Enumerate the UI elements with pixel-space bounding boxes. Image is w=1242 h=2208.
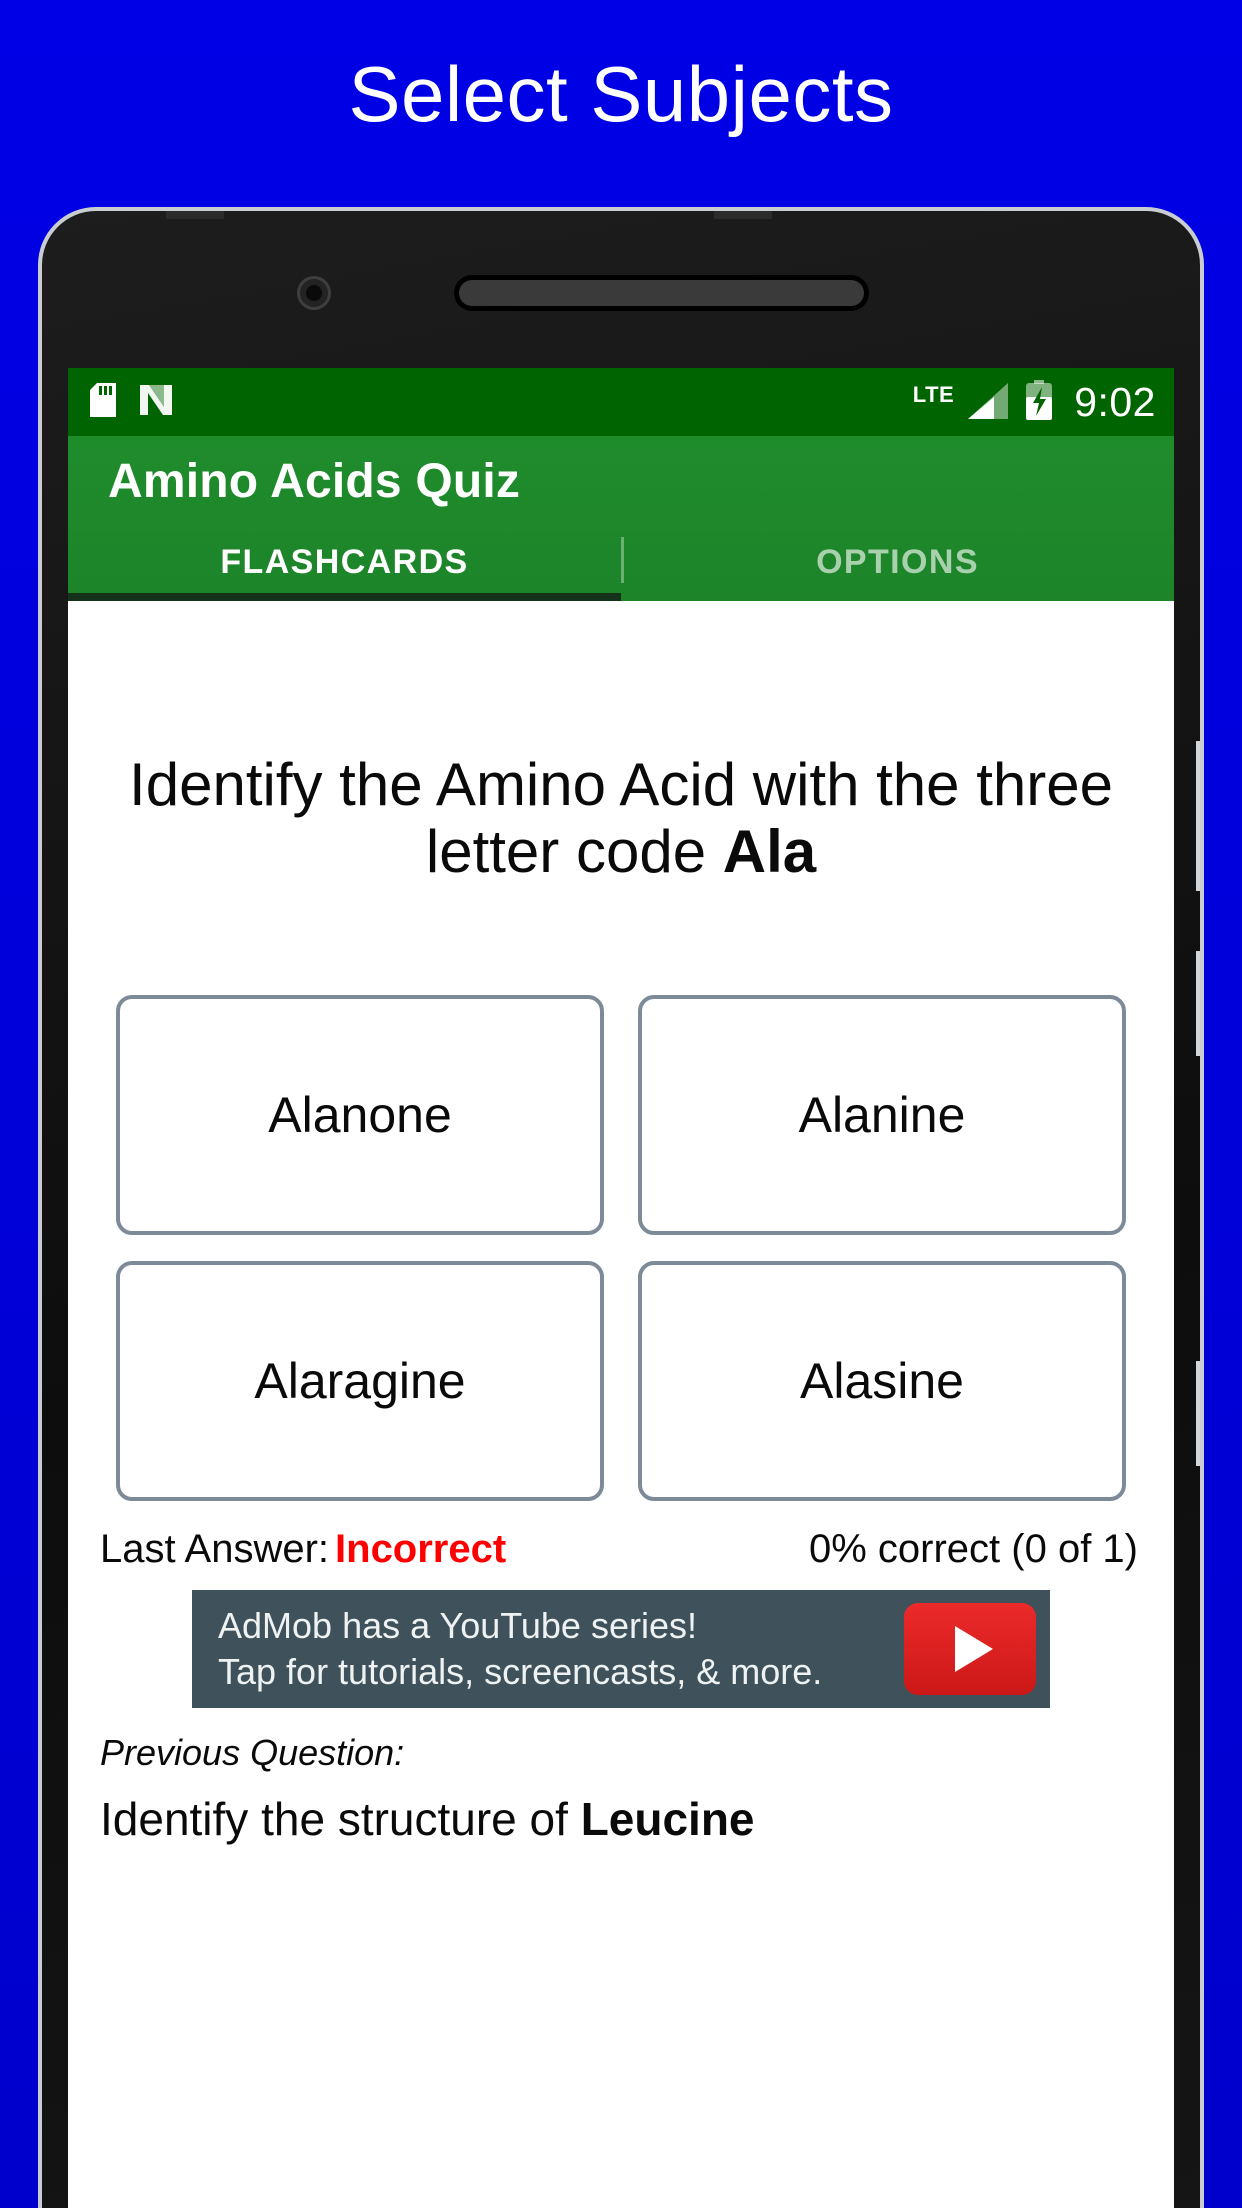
ad-line-1: AdMob has a YouTube series! [218,1605,697,1647]
sdcard-icon [90,382,116,422]
last-answer-label: Last Answer: [100,1527,330,1572]
previous-question-text: Identify the structure of Leucine [100,1792,1142,1846]
tab-bar: FLASHCARDS OPTIONS [68,523,1174,601]
status-bar-clock: 9:02 [1074,378,1156,425]
ad-line-2: Tap for tutorials, screencasts, & more. [218,1651,823,1693]
tab-flashcards[interactable]: FLASHCARDS [68,523,621,601]
previous-question-section: Previous Question: Identify the structur… [68,1708,1174,1846]
front-camera-icon [297,276,331,310]
score-bar: Last Answer: Incorrect 0% correct (0 of 1… [68,1501,1174,1572]
quiz-content: Identify the Amino Acid with the three l… [68,601,1174,2137]
last-answer-value: Incorrect [335,1527,507,1572]
answer-option-1[interactable]: Alanone [116,995,604,1236]
earpiece-speaker [459,280,864,306]
phone-screen: LTE 9:02 Amino Acids Quiz FLASHCARDS OPT… [68,368,1174,2208]
previous-question-prefix: Identify the structure of [100,1793,581,1846]
answer-option-2[interactable]: Alanine [638,995,1126,1236]
page-title: Select Subjects [348,50,894,138]
ad-text: AdMob has a YouTube series! Tap for tuto… [218,1603,904,1695]
play-triangle-icon [955,1626,993,1673]
ad-container: AdMob has a YouTube series! Tap for tuto… [68,1572,1174,1709]
question-text: Identify the Amino Acid with the three l… [68,601,1174,885]
volume-up-button[interactable] [1196,951,1200,1056]
app-bar: Amino Acids Quiz FLASHCARDS OPTIONS [68,436,1174,601]
answer-grid: Alanone Alanine Alaragine Alasine [68,885,1174,1502]
battery-charging-icon [1024,379,1054,425]
answer-option-4[interactable]: Alasine [638,1261,1126,1502]
status-bar: LTE 9:02 [68,368,1174,436]
volume-down-button[interactable] [1196,1361,1200,1466]
tab-options[interactable]: OPTIONS [621,523,1174,601]
previous-question-answer: Leucine [580,1793,755,1846]
last-answer-status: Last Answer: Incorrect [100,1527,506,1572]
admob-banner[interactable]: AdMob has a YouTube series! Tap for tuto… [192,1590,1050,1709]
question-prefix: Identify the Amino Acid with the three l… [129,751,1113,886]
phone-body: LTE 9:02 Amino Acids Quiz FLASHCARDS OPT… [42,211,1200,2208]
youtube-play-icon[interactable] [904,1603,1036,1696]
nfc-icon [138,383,174,422]
previous-question-label: Previous Question: [100,1732,405,1774]
bezel-notch-left [166,211,224,219]
bezel-notch-right [714,211,772,219]
phone-mockup: LTE 9:02 Amino Acids Quiz FLASHCARDS OPT… [38,207,1204,2208]
question-code: Ala [722,818,817,886]
score-text: 0% correct (0 of 1) [808,1527,1138,1572]
signal-strength-icon [968,383,1010,421]
app-title: Amino Acids Quiz [108,455,521,508]
network-type-label: LTE [912,382,955,407]
power-button[interactable] [1196,741,1200,891]
answer-option-3[interactable]: Alaragine [116,1261,604,1502]
